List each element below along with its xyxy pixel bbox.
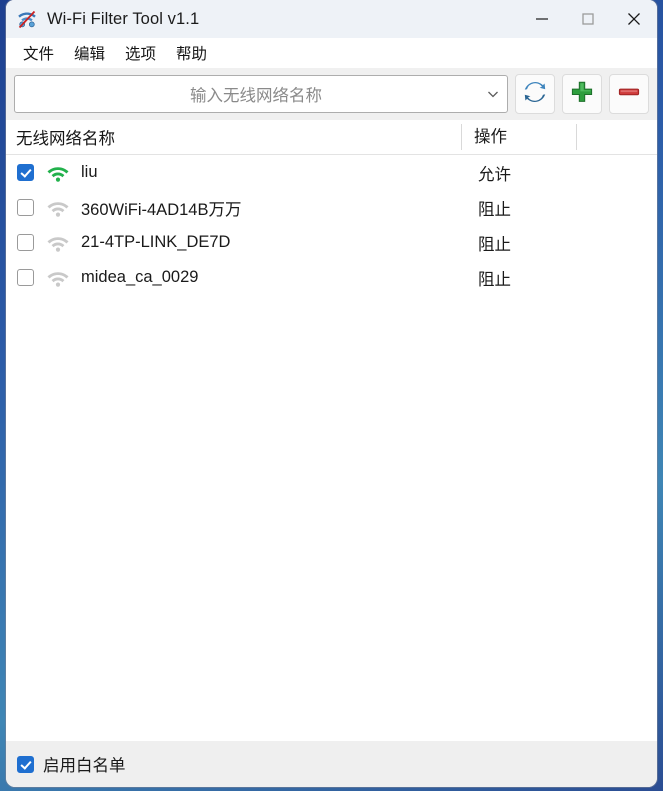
network-list: 无线网络名称 操作 liu 允许 360WiFi-4AD14B万万 阻止 21-… xyxy=(6,120,657,741)
window-title: Wi-Fi Filter Tool v1.1 xyxy=(47,9,200,28)
plus-icon xyxy=(570,80,594,109)
network-ssid: midea_ca_0029 xyxy=(81,268,199,286)
footer-bar: 启用白名单 xyxy=(6,741,657,787)
menu-item-help[interactable]: 帮助 xyxy=(169,39,214,67)
network-ssid: 360WiFi-4AD14B万万 xyxy=(81,200,242,219)
menu-item-options[interactable]: 选项 xyxy=(118,39,163,67)
window-controls xyxy=(519,0,657,38)
network-action: 阻止 xyxy=(478,200,511,219)
refresh-icon xyxy=(522,79,548,110)
minus-icon xyxy=(617,80,641,109)
row-checkbox[interactable] xyxy=(17,234,34,251)
whitelist-checkbox[interactable] xyxy=(17,755,34,773)
list-rows: liu 允许 360WiFi-4AD14B万万 阻止 21-4TP-LINK_D… xyxy=(6,155,657,741)
row-checkbox[interactable] xyxy=(17,269,34,286)
wifi-signal-icon xyxy=(45,163,71,183)
table-row[interactable]: midea_ca_0029 阻止 xyxy=(6,260,657,295)
menu-bar: 文件 编辑 选项 帮助 xyxy=(6,38,657,68)
refresh-button[interactable] xyxy=(515,74,555,114)
list-header: 无线网络名称 操作 xyxy=(6,120,657,155)
table-row[interactable]: liu 允许 xyxy=(6,155,657,190)
row-checkbox[interactable] xyxy=(17,164,34,181)
ssid-combobox[interactable]: 输入无线网络名称 xyxy=(14,75,508,113)
minimize-button[interactable] xyxy=(519,0,565,38)
app-window: Wi-Fi Filter Tool v1.1 文件 编辑 选项 帮助 输入无线网… xyxy=(6,0,657,787)
table-row[interactable]: 21-4TP-LINK_DE7D 阻止 xyxy=(6,225,657,260)
add-button[interactable] xyxy=(562,74,602,114)
maximize-button[interactable] xyxy=(565,0,611,38)
network-ssid: liu xyxy=(81,163,98,181)
row-checkbox[interactable] xyxy=(17,199,34,216)
toolbar: 输入无线网络名称 xyxy=(6,68,657,120)
wifi-blocked-icon xyxy=(15,7,39,31)
table-row[interactable]: 360WiFi-4AD14B万万 阻止 xyxy=(6,190,657,225)
wifi-signal-icon xyxy=(45,198,71,218)
column-header-spacer xyxy=(576,124,657,150)
menu-item-edit[interactable]: 编辑 xyxy=(67,39,112,67)
title-bar: Wi-Fi Filter Tool v1.1 xyxy=(6,0,657,38)
column-header-name[interactable]: 无线网络名称 xyxy=(6,125,461,149)
network-ssid: 21-4TP-LINK_DE7D xyxy=(81,233,231,251)
wifi-signal-icon xyxy=(45,268,71,288)
column-header-action[interactable]: 操作 xyxy=(461,124,576,150)
ssid-input[interactable]: 输入无线网络名称 xyxy=(15,82,479,106)
close-button[interactable] xyxy=(611,0,657,38)
menu-item-file[interactable]: 文件 xyxy=(16,39,61,67)
wifi-signal-icon xyxy=(45,233,71,253)
whitelist-label[interactable]: 启用白名单 xyxy=(43,752,126,776)
network-action: 阻止 xyxy=(478,270,511,289)
network-action: 允许 xyxy=(478,165,511,184)
chevron-down-icon[interactable] xyxy=(479,87,507,101)
remove-button[interactable] xyxy=(609,74,649,114)
network-action: 阻止 xyxy=(478,235,511,254)
